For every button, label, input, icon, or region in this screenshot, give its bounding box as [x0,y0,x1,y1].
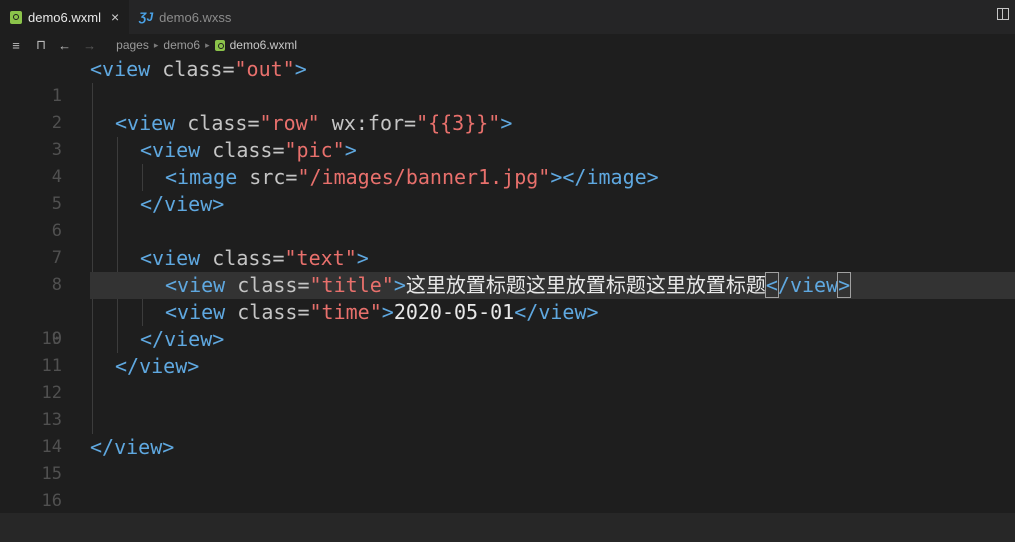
chevron-right-icon: ▸ [153,39,159,50]
breadcrumb: pages ▸ demo6 ▸ demo6.wxml [116,38,297,52]
wxss-file-icon: ƷJ [139,10,154,24]
editor-tab-bar: demo6.wxml × ƷJ demo6.wxss [0,0,1015,34]
tab-label: demo6.wxml [28,9,101,25]
code-line: 1 <view class="out"> [0,56,1015,106]
matched-bracket: < [764,272,779,298]
code-line: 13 [0,380,1015,430]
line-number: 16 [41,491,62,511]
code-line: 2 [0,83,1015,133]
split-editor-icon[interactable] [997,8,1009,20]
code-line: 12 </view> [0,353,1015,403]
breadcrumb-bar: ≡ ⊓ ← → pages ▸ demo6 ▸ demo6.wxml [0,34,1015,56]
code-editor[interactable]: 1 <view class="out"> 2 3 <view class="ro… [0,56,1015,513]
breadcrumb-item-pages[interactable]: pages [116,38,149,52]
close-icon[interactable]: × [111,9,119,25]
breadcrumb-item-demo6[interactable]: demo6 [163,38,200,52]
back-arrow-icon[interactable]: ← [58,38,71,53]
code-line: 3 <view class="row" wx:for="{{3}}"> [0,110,1015,160]
code-line: 7 [0,218,1015,268]
wxml-file-icon [214,39,225,51]
code-line-current: 9 <view class="title">这里放置标题这里放置标题这里放置标题… [0,272,1015,349]
code-line: 10 <view class="time">2020-05-01</view> [0,299,1015,349]
code-line: 8 <view class="text"> [0,245,1015,295]
list-icon[interactable]: ≡ [8,38,24,53]
wxml-file-icon [10,10,22,24]
code-line: 11 </view> [0,326,1015,376]
chevron-right-icon: ▸ [205,39,210,50]
code-line: 15 </view> [0,434,1015,484]
code-line: 14 [0,407,1015,457]
tab-demo6-wxml[interactable]: demo6.wxml × [0,0,130,34]
code-line: 5 <image src="/images/banner1.jpg"></ima… [0,164,1015,214]
tab-demo6-wxss[interactable]: ƷJ demo6.wxss [129,0,242,34]
matched-bracket: > [837,272,852,298]
code-line: 6 </view> [0,191,1015,241]
forward-arrow-icon[interactable]: → [83,38,96,53]
breadcrumb-item-file[interactable]: demo6.wxml [230,38,297,52]
code-line: 16 [0,461,1015,511]
bookmark-icon[interactable]: ⊓ [36,37,46,53]
code-line: 4 <view class="pic"> [0,137,1015,187]
tab-label: demo6.wxss [159,9,232,25]
